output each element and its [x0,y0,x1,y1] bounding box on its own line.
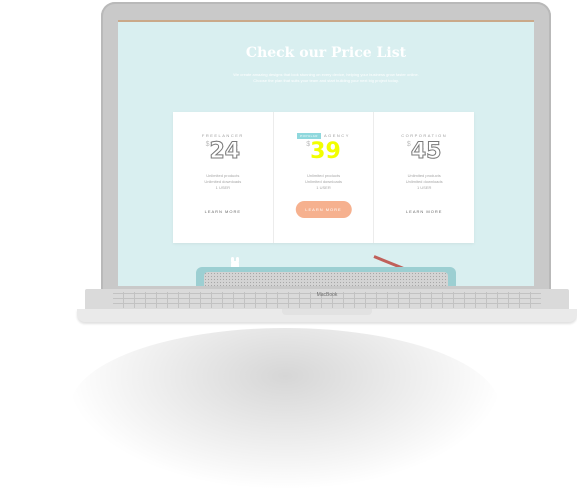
laptop-base: MacBook [77,289,577,327]
pricing-table: FREELANCER $24 Unlimited products Unlimi… [173,112,474,243]
price-list-heading: Check our Price List [245,45,407,61]
plan-features: Unlimited products Unlimited downloads 1… [274,173,374,191]
feature-item: 1 USER [215,185,231,190]
plan-name: FREELANCER [201,133,244,138]
brand-label: MacBook [316,292,338,298]
feature-item: 1 USER [316,185,331,190]
laptop-screen: Check our Price List We create amazing d… [118,20,534,286]
feature-item: 1 USER [416,185,432,190]
learn-more-button[interactable]: LEARN MORE [295,201,352,218]
price-amount: 45 [410,139,442,165]
plan-features: Unlimited products Unlimited downloads 1… [173,173,273,191]
laptop-lid: Check our Price List We create amazing d… [101,2,551,302]
learn-more-link[interactable]: LEARN MORE [406,209,442,214]
plan-price: $24 [173,139,273,167]
plan-features: Unlimited products Unlimited downloads 1… [374,173,474,191]
price-amount: 24 [209,139,241,165]
trackpad-notch [282,309,372,315]
keyboard: MacBook [85,289,569,311]
plan-agency: POPULAR AGENCY $39 Unlimited products Unl… [272,112,374,243]
plan-corporation: CORPORATION $45 Unlimited products Unlim… [373,112,474,243]
price-amount: 39 [310,139,341,164]
speaker-dock-image [196,267,456,286]
laptop-shadow [70,328,500,488]
plan-price: $45 [374,139,474,167]
plan-price: $39 [274,139,374,167]
plan-freelancer: FREELANCER $24 Unlimited products Unlimi… [173,112,273,243]
plan-name: CORPORATION [401,133,448,138]
plan-name: AGENCY [323,133,350,138]
speaker-grille [204,272,448,286]
intro-text: We create amazing designs that look stun… [233,72,419,83]
learn-more-link[interactable]: LEARN MORE [205,209,241,214]
